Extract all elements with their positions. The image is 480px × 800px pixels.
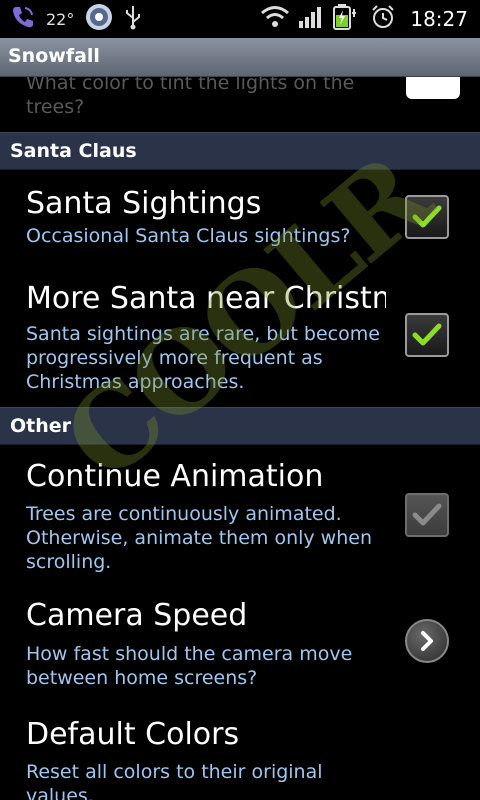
status-bar: 22° 18:27 (0, 0, 480, 38)
section-header-label: Santa Claus (10, 140, 137, 162)
signal-icon (298, 5, 324, 33)
pref-summary: How fast should the camera move between … (26, 643, 353, 689)
pref-summary: Occasional Santa Claus sightings? (26, 225, 351, 247)
pref-title: Default Colors (26, 717, 240, 752)
battery-charging-icon (332, 3, 362, 35)
clock-time: 18:27 (410, 7, 468, 31)
tint-lights-summary: What color to tint the lights on the tre… (26, 77, 355, 118)
section-header-santa-claus: Santa Claus (0, 132, 480, 170)
continue-animation-checkbox[interactable] (405, 493, 449, 537)
more-santa-checkbox[interactable] (405, 313, 449, 357)
weather-icon (84, 2, 114, 36)
pref-summary: Trees are continuously animated. Otherwi… (26, 503, 372, 573)
pref-continue-animation[interactable]: Continue Animation Trees are continuousl… (0, 447, 480, 582)
pref-summary: Santa sightings are rare, but become pro… (26, 323, 380, 393)
pref-title: Santa Sightings (26, 186, 262, 221)
pref-santa-sightings[interactable]: Santa Sightings Occasional Santa Claus s… (0, 170, 480, 260)
section-header-other: Other (0, 407, 480, 445)
alarm-icon (370, 4, 396, 34)
pref-default-colors[interactable]: Default Colors Reset all colors to their… (0, 707, 480, 800)
chevron-right-icon (421, 631, 433, 651)
section-header-label: Other (10, 415, 72, 437)
usb-icon (124, 4, 142, 34)
preferences-list[interactable]: What color to tint the lights on the tre… (0, 77, 480, 800)
pref-title: Camera Speed (26, 598, 248, 633)
phone-icon (10, 4, 36, 34)
camera-speed-open-button[interactable] (405, 619, 449, 663)
temperature-text: 22° (46, 9, 75, 29)
pref-title: Continue Animation (26, 459, 324, 494)
title-bar: Snowfall (0, 38, 480, 77)
check-icon (412, 503, 442, 526)
wifi-icon (260, 5, 290, 33)
pref-summary: Reset all colors to their original value… (26, 761, 323, 800)
pref-title: More Santa near Christmas (26, 281, 386, 316)
check-icon (412, 205, 442, 228)
santa-sightings-checkbox[interactable] (405, 195, 449, 239)
pref-more-santa[interactable]: More Santa near Christmas Santa sighting… (0, 267, 480, 402)
check-icon (412, 323, 442, 346)
pref-camera-speed[interactable]: Camera Speed How fast should the camera … (0, 592, 480, 702)
page-title: Snowfall (8, 45, 100, 67)
tint-color-swatch[interactable] (406, 77, 460, 99)
